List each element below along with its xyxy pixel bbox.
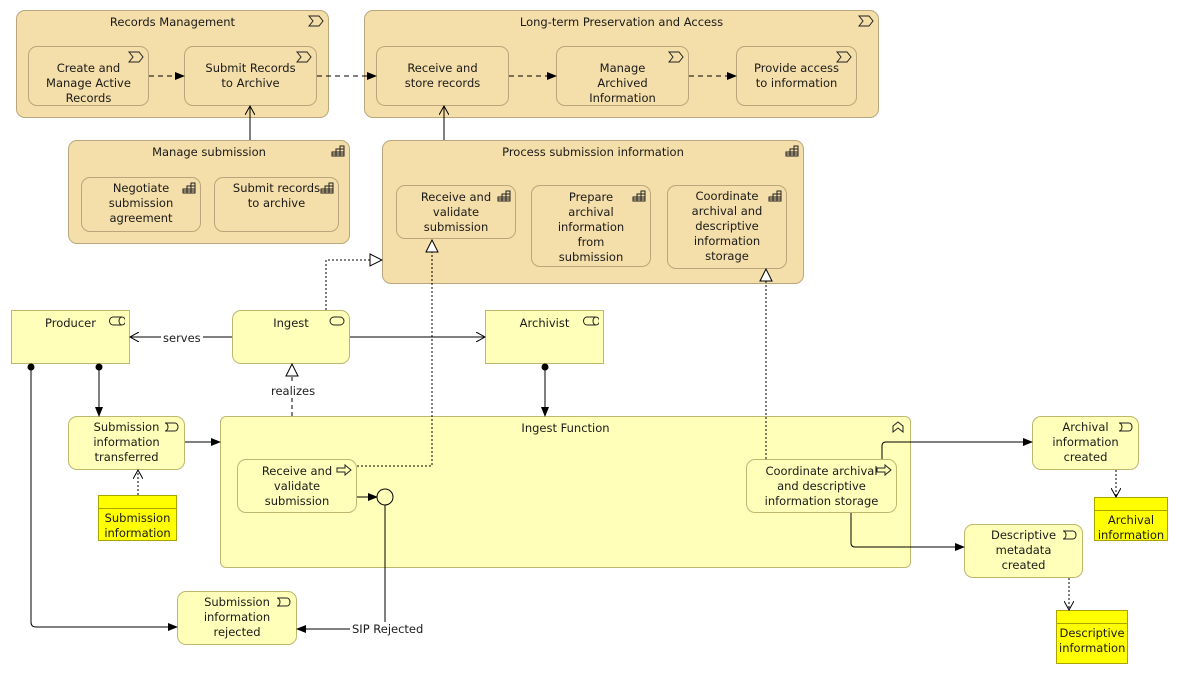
label-realizes: realizes: [269, 384, 318, 398]
junction: [376, 488, 394, 506]
realization-receive-validate: [357, 240, 432, 467]
trigger-descriptive-created: [850, 513, 965, 551]
trigger-sip-rejected: [296, 505, 386, 633]
label-sip-rejected: SIP Rejected: [350, 622, 426, 636]
trigger-archival-created: [881, 438, 1033, 459]
realization-ingest-capability: [325, 260, 382, 310]
assignment-producer-rejected: [27, 363, 178, 631]
label-serves: serves: [161, 331, 203, 345]
